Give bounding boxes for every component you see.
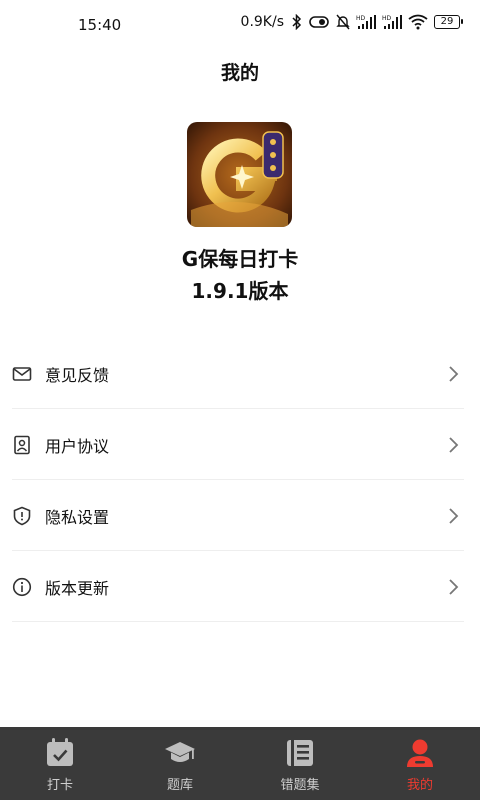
menu-item-label: 版本更新 [45,579,110,598]
vibrate-icon [309,16,329,28]
tab-question-bank[interactable]: 题库 [120,727,240,800]
person-icon [407,739,433,767]
bluetooth-icon [292,14,302,30]
bottom-tab-bar: 打卡 题库 错题集 我的 [0,727,480,800]
wifi-icon [408,14,428,30]
app-name: G保每日打卡 [181,247,299,271]
chevron-right-icon [449,366,459,382]
menu-item-user-agreement[interactable]: 用户协议 [12,409,464,480]
menu-item-label: 意见反馈 [45,366,110,385]
user-agreement-icon [14,435,30,455]
battery-indicator: 29 [434,15,463,29]
chevron-right-icon [449,508,459,524]
chevron-right-icon [449,437,459,453]
menu-item-label: 用户协议 [45,437,110,456]
tab-checkin[interactable]: 打卡 [0,727,120,800]
tab-label: 我的 [406,778,433,793]
app-version: 1.9.1版本 [191,279,289,303]
list-book-icon [287,740,313,766]
info-icon [12,577,32,597]
svg-text:HD: HD [356,15,366,22]
signal-icon-1: HD [356,15,376,29]
tab-mine[interactable]: 我的 [360,727,480,800]
status-bar: 15:40 0.9K/s HD HD 29 [0,0,480,50]
tab-wrong-questions[interactable]: 错题集 [240,727,360,800]
tab-label: 错题集 [280,778,320,793]
chevron-right-icon [449,579,459,595]
status-icons: 0.9K/s HD HD 29 [240,14,463,30]
menu-item-privacy[interactable]: 隐私设置 [12,480,464,551]
menu-item-version-update[interactable]: 版本更新 [12,551,464,622]
app-logo [187,122,292,227]
network-speed: 0.9K/s [240,14,284,30]
mute-icon [336,14,350,30]
calendar-check-icon [47,738,73,766]
page-title: 我的 [220,62,259,84]
mail-icon [12,367,32,381]
svg-text:HD: HD [382,15,392,22]
settings-menu: 意见反馈 用户协议 隐私设置 版本更新 [12,338,464,622]
menu-item-label: 隐私设置 [45,508,110,527]
signal-icon-2: HD [382,15,402,29]
tab-label: 打卡 [46,778,73,793]
graduation-cap-icon [165,742,195,762]
menu-item-feedback[interactable]: 意见反馈 [12,338,464,409]
shield-icon [13,506,31,526]
tab-label: 题库 [166,778,193,793]
status-time: 15:40 [78,16,122,34]
